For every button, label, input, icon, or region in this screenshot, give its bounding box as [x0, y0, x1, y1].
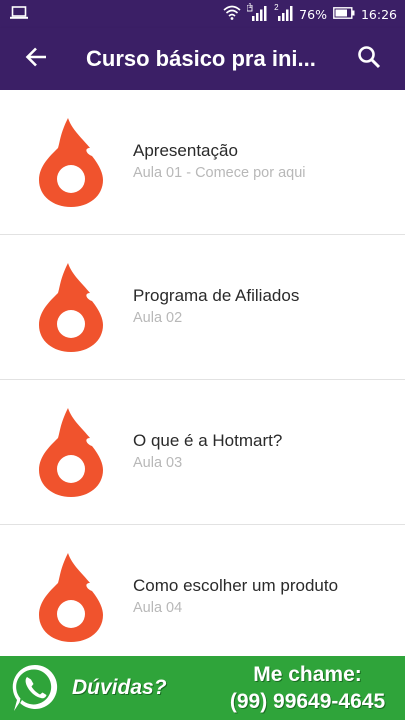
hotmart-flame-icon [0, 90, 133, 235]
hotmart-flame-icon [0, 380, 133, 525]
back-button[interactable] [0, 28, 72, 90]
lesson-title: Como escolher um produto [133, 576, 339, 595]
sim1-label: 1 [248, 2, 253, 10]
lesson-text: Apresentação Aula 01 - Comece por aqui [133, 140, 306, 184]
status-right: 1 2 76% 16:26 [223, 2, 397, 24]
lesson-subtitle: Aula 01 - Comece por aqui [133, 165, 306, 181]
promo-call-label: Me chame: [253, 663, 362, 686]
signal-icon: 2 [273, 2, 293, 24]
whatsapp-icon [0, 656, 70, 720]
arrow-left-icon [25, 47, 47, 72]
signal-icon: 1 [246, 2, 267, 24]
laptop-icon [10, 6, 28, 22]
lesson-title: Apresentação [133, 141, 238, 160]
hotmart-flame-icon [0, 525, 133, 670]
lesson-item[interactable]: Apresentação Aula 01 - Comece por aqui [0, 90, 405, 235]
lesson-subtitle: Aula 02 [133, 310, 183, 326]
search-icon [357, 45, 381, 74]
lesson-text: O que é a Hotmart? Aula 03 [133, 430, 282, 474]
promo-doubt-label: Dúvidas? [72, 676, 167, 699]
hotmart-flame-icon [0, 235, 133, 380]
lesson-text: Como escolher um produto Aula 04 [133, 575, 338, 619]
search-button[interactable] [341, 28, 397, 90]
sim2-label: 2 [274, 2, 279, 12]
lesson-item[interactable]: Programa de Afiliados Aula 02 [0, 235, 405, 380]
status-left [10, 6, 28, 22]
wifi-icon [223, 5, 241, 23]
lesson-title: Programa de Afiliados [133, 286, 300, 305]
lesson-subtitle: Aula 03 [133, 455, 183, 471]
lesson-title: O que é a Hotmart? [133, 431, 283, 450]
lesson-text: Programa de Afiliados Aula 02 [133, 285, 299, 329]
lesson-item[interactable]: O que é a Hotmart? Aula 03 [0, 380, 405, 525]
page-title: Curso básico pra ini... [86, 46, 316, 71]
promo-phone: (99) 99649-4645 [229, 690, 386, 713]
app-bar: Curso básico pra ini... [0, 28, 405, 90]
lesson-subtitle: Aula 04 [133, 600, 183, 616]
clock: 16:26 [360, 6, 397, 22]
whatsapp-promo-banner[interactable]: Dúvidas? Me chame: (99) 99649-4645 [0, 656, 405, 720]
lesson-item[interactable]: Como escolher um produto Aula 04 [0, 525, 405, 670]
battery-percent: 76% [299, 6, 327, 22]
battery-icon [333, 6, 355, 22]
status-bar: 1 2 76% 16:26 [0, 0, 405, 28]
promo-contact: Me chame: (99) 99649-4645 [210, 664, 405, 712]
lesson-list: Apresentação Aula 01 - Comece por aqui P… [0, 90, 405, 670]
